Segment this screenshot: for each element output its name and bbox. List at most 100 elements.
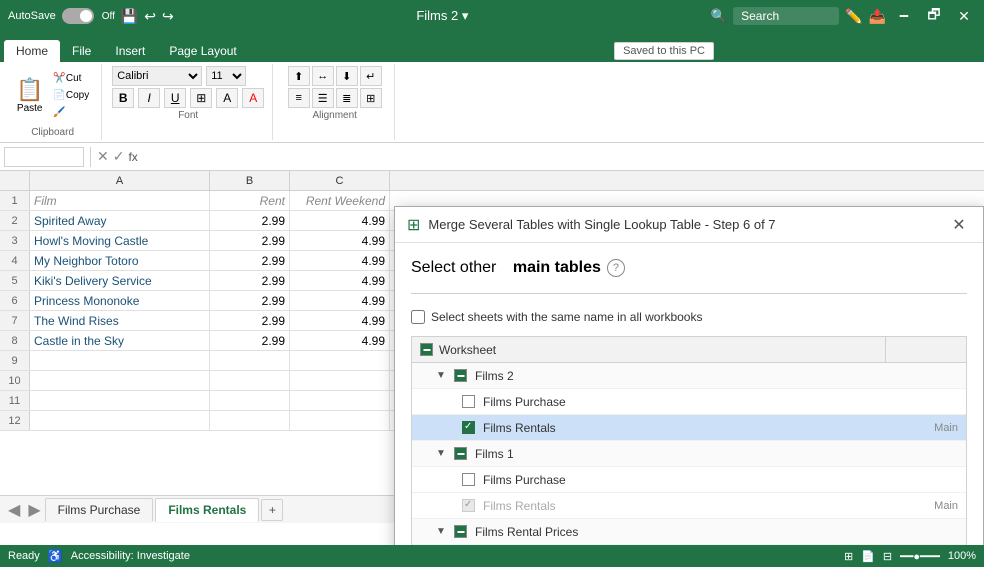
check-films2-purchase[interactable]: [462, 395, 475, 408]
fill-color-button[interactable]: A: [216, 88, 238, 108]
minimize-button[interactable]: 🗕: [892, 4, 916, 28]
check-films2-rentals[interactable]: [462, 421, 475, 434]
cell-b1[interactable]: Rent: [210, 191, 290, 210]
confirm-formula-icon[interactable]: ✓: [113, 148, 125, 165]
tree-row-films1-purchase[interactable]: Films Purchase: [412, 467, 966, 493]
paste-button[interactable]: 📋 Paste: [12, 75, 47, 116]
cell-c12[interactable]: [290, 411, 390, 430]
undo-icon[interactable]: ↩: [144, 8, 156, 25]
tab-home[interactable]: Home: [4, 40, 60, 62]
col-header-a[interactable]: A: [30, 171, 210, 190]
cell-b6[interactable]: 2.99: [210, 291, 290, 310]
cell-a8[interactable]: Castle in the Sky: [30, 331, 210, 350]
cell-c11[interactable]: [290, 391, 390, 410]
cell-c9[interactable]: [290, 351, 390, 370]
cut-button[interactable]: ✂️Cut: [49, 71, 93, 86]
cell-a4[interactable]: My Neighbor Totoro: [30, 251, 210, 270]
cell-c4[interactable]: 4.99: [290, 251, 390, 270]
align-top-button[interactable]: ⬆: [288, 66, 310, 86]
check-films1-rentals[interactable]: [462, 499, 475, 512]
cell-a5[interactable]: Kiki's Delivery Service: [30, 271, 210, 290]
tree-row-films1[interactable]: ▼ Films 1: [412, 441, 966, 467]
check-films2[interactable]: [454, 369, 467, 382]
zoom-slider[interactable]: ━━●━━━: [900, 550, 940, 563]
col-header-c[interactable]: C: [290, 171, 390, 190]
dialog-close-button[interactable]: ✕: [947, 213, 971, 237]
cell-c7[interactable]: 4.99: [290, 311, 390, 330]
cell-c2[interactable]: 4.99: [290, 211, 390, 230]
tab-file[interactable]: File: [60, 40, 103, 62]
tree-row-films2-rentals[interactable]: Films Rentals Main: [412, 415, 966, 441]
tree-row-films1-rentals[interactable]: Films Rentals Main: [412, 493, 966, 519]
font-color-button[interactable]: A: [242, 88, 264, 108]
copy-button[interactable]: 📄Copy: [49, 88, 93, 103]
cell-b5[interactable]: 2.99: [210, 271, 290, 290]
cell-c3[interactable]: 4.99: [290, 231, 390, 250]
redo-icon[interactable]: ↪: [162, 8, 174, 25]
align-left-button[interactable]: ≡: [288, 88, 310, 108]
cell-b3[interactable]: 2.99: [210, 231, 290, 250]
align-right-button[interactable]: ≣: [336, 88, 358, 108]
format-painter-button[interactable]: 🖌️: [49, 105, 93, 120]
cell-c5[interactable]: 4.99: [290, 271, 390, 290]
cell-c8[interactable]: 4.99: [290, 331, 390, 350]
cell-b11[interactable]: [210, 391, 290, 410]
page-layout-icon[interactable]: 📄: [861, 550, 875, 563]
bold-button[interactable]: B: [112, 88, 134, 108]
italic-button[interactable]: I: [138, 88, 160, 108]
close-button[interactable]: ✕: [952, 4, 976, 28]
align-middle-button[interactable]: ↔: [312, 66, 334, 86]
cell-a10[interactable]: [30, 371, 210, 390]
help-icon[interactable]: ?: [607, 259, 625, 277]
cell-b12[interactable]: [210, 411, 290, 430]
font-selector[interactable]: Calibri: [112, 66, 202, 86]
align-center-button[interactable]: ☰: [312, 88, 334, 108]
cell-b9[interactable]: [210, 351, 290, 370]
search-icon[interactable]: 🔍: [711, 8, 727, 24]
select-same-name-checkbox[interactable]: [411, 310, 425, 324]
cell-a1[interactable]: Film: [30, 191, 210, 210]
cell-a7[interactable]: The Wind Rises: [30, 311, 210, 330]
tree-row-films2[interactable]: ▼ Films 2: [412, 363, 966, 389]
cell-c10[interactable]: [290, 371, 390, 390]
share-icon[interactable]: 📤: [869, 8, 886, 25]
tab-insert[interactable]: Insert: [103, 40, 157, 62]
cell-b2[interactable]: 2.99: [210, 211, 290, 230]
maximize-button[interactable]: 🗗: [922, 4, 946, 28]
tab-page-layout[interactable]: Page Layout: [157, 40, 248, 62]
sheet-tab-films-rentals[interactable]: Films Rentals: [155, 498, 259, 522]
cell-a3[interactable]: Howl's Moving Castle: [30, 231, 210, 250]
align-bottom-button[interactable]: ⬇: [336, 66, 358, 86]
prev-sheet-btn[interactable]: ◀: [4, 500, 24, 520]
pen-icon[interactable]: ✏️: [845, 8, 862, 25]
page-break-icon[interactable]: ⊟: [883, 550, 892, 563]
tree-header-checkbox[interactable]: [420, 343, 433, 356]
insert-function-icon[interactable]: fx: [128, 150, 137, 164]
check-frp[interactable]: [454, 525, 467, 538]
cell-b8[interactable]: 2.99: [210, 331, 290, 350]
cell-b10[interactable]: [210, 371, 290, 390]
tree-row-films2-purchase[interactable]: Films Purchase: [412, 389, 966, 415]
underline-button[interactable]: U: [164, 88, 186, 108]
cell-a12[interactable]: [30, 411, 210, 430]
cell-c6[interactable]: 4.99: [290, 291, 390, 310]
file-dropdown-icon[interactable]: ▾: [462, 8, 469, 23]
normal-view-icon[interactable]: ⊞: [844, 550, 853, 563]
cell-b4[interactable]: 2.99: [210, 251, 290, 270]
font-size-selector[interactable]: 11: [206, 66, 246, 86]
wrap-text-button[interactable]: ↵: [360, 66, 382, 86]
formula-input[interactable]: [142, 150, 980, 164]
cell-a11[interactable]: [30, 391, 210, 410]
col-header-b[interactable]: B: [210, 171, 290, 190]
merge-cells-button[interactable]: ⊞: [360, 88, 382, 108]
cell-c1[interactable]: Rent Weekend: [290, 191, 390, 210]
check-films1-purchase[interactable]: [462, 473, 475, 486]
cell-b7[interactable]: 2.99: [210, 311, 290, 330]
check-films1[interactable]: [454, 447, 467, 460]
cell-a9[interactable]: [30, 351, 210, 370]
cancel-formula-icon[interactable]: ✕: [97, 148, 109, 165]
next-sheet-btn[interactable]: ▶: [24, 500, 44, 520]
name-box[interactable]: [4, 147, 84, 167]
new-sheet-button[interactable]: +: [261, 499, 283, 521]
search-box[interactable]: Search: [733, 7, 839, 25]
